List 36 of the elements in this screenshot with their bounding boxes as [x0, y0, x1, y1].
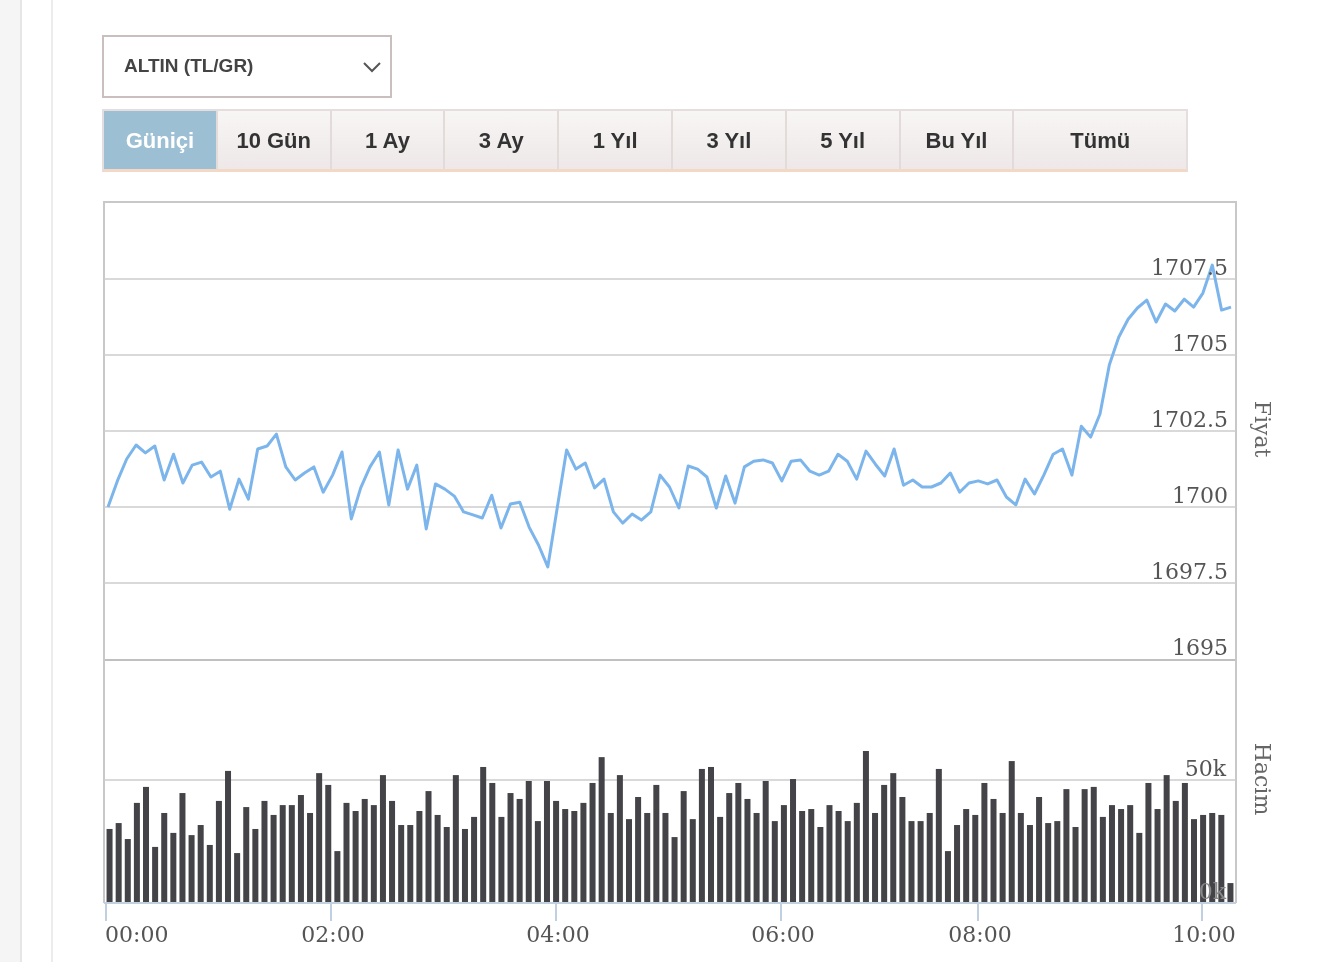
- period-tab[interactable]: 10 Gün: [217, 111, 332, 169]
- chevron-down-icon: [362, 60, 382, 73]
- period-tab[interactable]: Tümü: [1014, 111, 1187, 169]
- axis-label: 10:00: [1172, 922, 1236, 947]
- volume-bar: [671, 837, 678, 903]
- volume-bar: [1136, 832, 1143, 903]
- volume-bar: [170, 832, 177, 903]
- axis-title: Hacim: [1250, 742, 1275, 816]
- axis-label: 04:00: [526, 922, 590, 947]
- axis-label: 1702.5: [1151, 407, 1228, 433]
- axis-label: 1700: [1172, 483, 1228, 509]
- volume-bar: [152, 846, 159, 903]
- volume-bar: [944, 851, 951, 903]
- axis-label: 00:00: [105, 922, 169, 947]
- axis-label: 50k: [1184, 756, 1226, 781]
- period-tab[interactable]: 3 Ay: [445, 111, 560, 169]
- volume-bar: [124, 839, 131, 903]
- volume-bar: [206, 844, 213, 903]
- axis-label: 06:00: [751, 922, 815, 947]
- axis-title: Fiyat: [1250, 400, 1275, 458]
- axis-label: 1705: [1172, 331, 1228, 357]
- axis-label: 1695: [1172, 635, 1228, 659]
- period-tab[interactable]: 1 Yıl: [559, 111, 673, 169]
- currency-dropdown[interactable]: ALTIN (TL/GR): [102, 35, 392, 98]
- volume-bar: [188, 835, 195, 903]
- axis-label: 1697.5: [1151, 559, 1228, 584]
- period-tab[interactable]: 3 Yıl: [673, 111, 787, 169]
- volume-bar: [234, 853, 241, 903]
- period-tab[interactable]: 1 Ay: [331, 111, 446, 169]
- period-tab[interactable]: Bu Yıl: [900, 111, 1015, 169]
- volume-bar: [1227, 883, 1234, 903]
- axis-label: 08:00: [948, 922, 1012, 947]
- volume-bar: [334, 851, 341, 903]
- period-tab[interactable]: 5 Yıl: [786, 111, 901, 169]
- axis-label: 02:00: [301, 922, 365, 947]
- dropdown-value: ALTIN (TL/GR): [124, 54, 254, 79]
